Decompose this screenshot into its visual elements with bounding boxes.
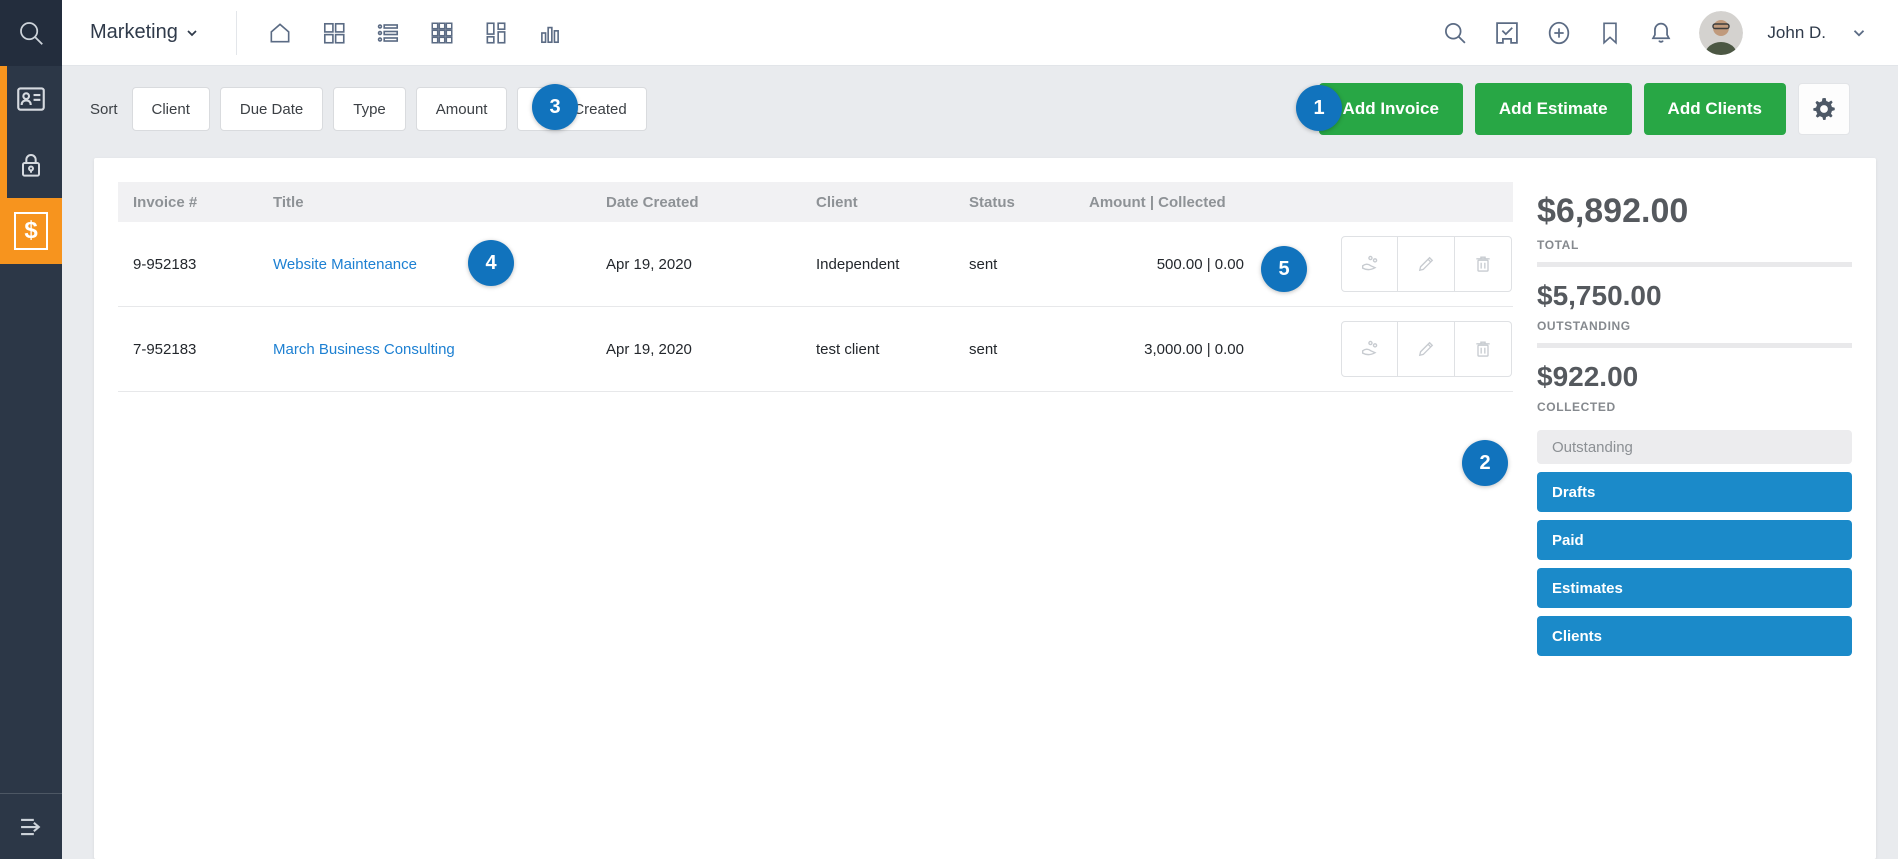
invoice-number: 7-952183 bbox=[118, 341, 258, 358]
view-switcher bbox=[267, 20, 563, 46]
annotation-badge-5: 5 bbox=[1261, 246, 1307, 292]
home-icon[interactable] bbox=[267, 20, 293, 46]
summary-divider bbox=[1537, 343, 1852, 348]
filter-outstanding-button[interactable]: Outstanding bbox=[1537, 430, 1852, 464]
invoices-table: Invoice # Title Date Created Client Stat… bbox=[118, 182, 1513, 392]
sort-action-bar: Sort Client Due Date Type Amount Date Cr… bbox=[62, 66, 1898, 152]
status: sent bbox=[954, 256, 1074, 273]
row-action-group bbox=[1341, 236, 1513, 292]
summary-panel: $6,892.00 TOTAL $5,750.00 OUTSTANDING $9… bbox=[1537, 182, 1852, 664]
collected-label: COLLECTED bbox=[1537, 400, 1852, 414]
annotation-badge-4: 4 bbox=[468, 240, 514, 286]
row-action-group bbox=[1341, 321, 1513, 377]
left-sidebar: $ bbox=[0, 0, 62, 859]
col-client: Client bbox=[801, 194, 954, 211]
topbar-divider bbox=[236, 11, 237, 55]
col-amount-collected: Amount | Collected bbox=[1074, 194, 1326, 211]
filter-estimates-button[interactable]: Estimates bbox=[1537, 568, 1852, 608]
list-icon[interactable] bbox=[375, 20, 401, 46]
annotation-badge-2: 2 bbox=[1462, 440, 1508, 486]
edit-button[interactable] bbox=[1398, 321, 1455, 377]
sort-type-button[interactable]: Type bbox=[333, 87, 406, 131]
workspace-name: Marketing bbox=[90, 21, 178, 44]
client-name: Independent bbox=[801, 256, 954, 273]
bookmark-icon[interactable] bbox=[1597, 20, 1623, 46]
filter-list: Outstanding Drafts Paid Estimates Client… bbox=[1537, 430, 1852, 656]
col-title: Title bbox=[258, 194, 591, 211]
col-invoice-number: Invoice # bbox=[118, 194, 258, 211]
contacts-icon bbox=[14, 82, 48, 116]
invoice-title-link[interactable]: Website Maintenance bbox=[273, 256, 417, 273]
workspace-selector[interactable]: Marketing bbox=[62, 21, 200, 44]
search-icon[interactable] bbox=[1441, 19, 1469, 47]
annotation-badge-1: 1 bbox=[1296, 85, 1342, 131]
edit-button[interactable] bbox=[1398, 236, 1455, 292]
amount-collected: 3,000.00 | 0.00 bbox=[1074, 341, 1326, 358]
sidebar-search-button[interactable] bbox=[0, 0, 62, 66]
outstanding-label: OUTSTANDING bbox=[1537, 319, 1852, 333]
delete-button[interactable] bbox=[1455, 321, 1512, 377]
top-bar: Marketing bbox=[62, 0, 1898, 66]
avatar[interactable] bbox=[1699, 11, 1743, 55]
sort-amount-button[interactable]: Amount bbox=[416, 87, 508, 131]
bar-chart-icon[interactable] bbox=[537, 20, 563, 46]
date-created: Apr 19, 2020 bbox=[591, 341, 801, 358]
payment-button[interactable] bbox=[1341, 236, 1398, 292]
add-icon[interactable] bbox=[1545, 19, 1573, 47]
tasks-icon[interactable] bbox=[1493, 19, 1521, 47]
add-clients-button[interactable]: Add Clients bbox=[1644, 83, 1786, 135]
sidebar-item-billing[interactable]: $ bbox=[0, 198, 62, 264]
date-created: Apr 19, 2020 bbox=[591, 256, 801, 273]
collected-amount: $922.00 bbox=[1537, 361, 1852, 393]
gear-icon bbox=[1811, 96, 1837, 122]
add-estimate-button[interactable]: Add Estimate bbox=[1475, 83, 1632, 135]
user-name[interactable]: John D. bbox=[1767, 23, 1826, 43]
table-row: 7-952183 March Business Consulting Apr 1… bbox=[118, 307, 1513, 392]
filter-drafts-button[interactable]: Drafts bbox=[1537, 472, 1852, 512]
primary-actions: Add Invoice Add Estimate Add Clients bbox=[1319, 83, 1898, 135]
user-menu-chevron-icon[interactable] bbox=[1850, 24, 1868, 42]
columns-icon[interactable] bbox=[483, 20, 509, 46]
notifications-icon[interactable] bbox=[1647, 19, 1675, 47]
invoice-title-link[interactable]: March Business Consulting bbox=[273, 341, 455, 358]
expand-arrow-icon bbox=[14, 810, 48, 844]
sidebar-item-contacts[interactable] bbox=[0, 66, 62, 132]
summary-divider bbox=[1537, 262, 1852, 267]
sidebar-expand-button[interactable] bbox=[0, 793, 62, 859]
sort-due-date-button[interactable]: Due Date bbox=[220, 87, 323, 131]
total-amount: $6,892.00 bbox=[1537, 192, 1852, 231]
col-date-created: Date Created bbox=[591, 194, 801, 211]
settings-button[interactable] bbox=[1798, 83, 1850, 135]
search-icon bbox=[16, 18, 46, 48]
filter-paid-button[interactable]: Paid bbox=[1537, 520, 1852, 560]
annotation-badge-3: 3 bbox=[532, 84, 578, 130]
lock-icon bbox=[15, 149, 47, 181]
status: sent bbox=[954, 341, 1074, 358]
grid-3x3-icon[interactable] bbox=[429, 20, 455, 46]
sidebar-item-security[interactable] bbox=[0, 132, 62, 198]
sort-client-button[interactable]: Client bbox=[132, 87, 210, 131]
invoice-number: 9-952183 bbox=[118, 256, 258, 273]
outstanding-amount: $5,750.00 bbox=[1537, 280, 1852, 312]
total-label: TOTAL bbox=[1537, 238, 1852, 252]
chevron-down-icon bbox=[184, 25, 200, 41]
sort-label: Sort bbox=[90, 101, 118, 118]
col-status: Status bbox=[954, 194, 1074, 211]
grid-2x2-icon[interactable] bbox=[321, 20, 347, 46]
filter-clients-button[interactable]: Clients bbox=[1537, 616, 1852, 656]
invoices-card: Invoice # Title Date Created Client Stat… bbox=[94, 158, 1876, 859]
client-name: test client bbox=[801, 341, 954, 358]
billing-dollar-icon: $ bbox=[14, 212, 48, 250]
payment-button[interactable] bbox=[1341, 321, 1398, 377]
topbar-right-cluster: John D. bbox=[1441, 11, 1898, 55]
table-header-row: Invoice # Title Date Created Client Stat… bbox=[118, 182, 1513, 222]
delete-button[interactable] bbox=[1455, 236, 1512, 292]
